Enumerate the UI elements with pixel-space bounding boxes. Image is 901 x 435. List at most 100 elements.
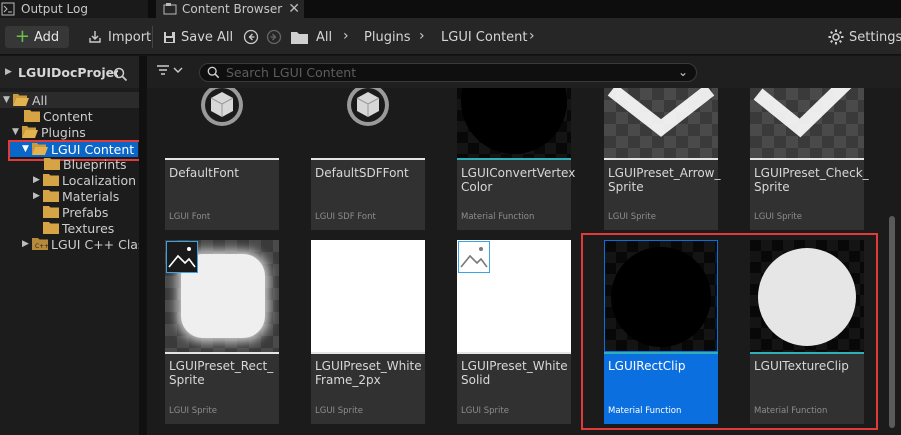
asset-type: LGUI Sprite: [315, 406, 363, 416]
folder-icon: [291, 31, 308, 44]
breadcrumb-lgui-content-label: LGUI Content: [441, 29, 528, 45]
tree-label: Localization: [62, 172, 137, 188]
tab-output-log[interactable]: Output Log: [0, 0, 148, 18]
folder-icon: [43, 190, 59, 202]
asset-name: LGUIPreset_White Frame_2px: [315, 359, 422, 387]
forward-button[interactable]: [266, 26, 287, 48]
tree-label: Plugins: [41, 124, 86, 140]
asset-type-bar: [165, 158, 279, 160]
search-icon[interactable]: [113, 67, 128, 82]
tree-item-content[interactable]: Content: [24, 108, 93, 124]
tree-label: Textures: [62, 220, 115, 236]
sources-header: ▶ LGUIDocProject: [0, 56, 139, 88]
expand-triangle-icon: ▼: [3, 95, 10, 105]
arrow-sprite-preview: [607, 88, 715, 137]
add-button[interactable]: + Add: [5, 26, 69, 48]
check-sprite-preview: [753, 88, 852, 138]
sprite-image-icon: [458, 241, 490, 273]
expand-triangle-icon: ▼: [12, 127, 19, 137]
folder-icon: [43, 222, 59, 234]
tab-content-browser[interactable]: Content Browser ✕: [156, 0, 304, 18]
tree-label: All: [32, 92, 48, 108]
scrollbar[interactable]: [889, 216, 895, 428]
asset-tile-convertvertexcolor[interactable]: LGUIConvertVertex Color Material Functio…: [457, 88, 576, 230]
asset-view: Search LGUI Content ⌄ DefaultFont LGUI F…: [147, 56, 901, 435]
tree-label: Content: [43, 108, 93, 124]
asset-thumbnail: [311, 240, 425, 352]
breadcrumb-all-label: All: [316, 29, 333, 45]
folder-icon: [43, 206, 59, 218]
asset-tile-arrow-sprite[interactable]: LGUIPreset_Arrow_ Sprite LGUI Sprite: [604, 88, 721, 230]
asset-type-bar: [165, 352, 279, 354]
import-button[interactable]: Import: [88, 26, 151, 48]
chevron-down-icon[interactable]: ⌄: [678, 65, 688, 79]
asset-grid: DefaultFont LGUI Font DefaultSDFFont LGU…: [147, 88, 887, 435]
back-button[interactable]: [243, 26, 264, 48]
search-placeholder: Search LGUI Content: [226, 65, 357, 80]
asset-name: LGUIPreset_Arrow_ Sprite: [608, 166, 721, 194]
tree-label: Blueprints: [63, 156, 127, 172]
back-arrow-icon: [243, 29, 259, 45]
save-all-button[interactable]: Save All: [163, 26, 233, 48]
collapse-triangle-icon[interactable]: ▶: [5, 67, 13, 77]
asset-tile-whitesolid[interactable]: LGUIPreset_White Solid LGUI Sprite: [457, 240, 571, 424]
add-label: Add: [33, 29, 60, 45]
toolbar: + Add Import Save All All › Plugins › LG…: [0, 18, 901, 55]
tree-item-localization[interactable]: ▶ Localization: [33, 172, 136, 188]
asset-thumbnail: [165, 88, 279, 158]
breadcrumb-plugins[interactable]: Plugins: [364, 26, 411, 48]
tree-item-all[interactable]: ▼ All: [0, 92, 139, 108]
asset-type-bar: [311, 352, 425, 354]
tree-item-plugins[interactable]: ▼ Plugins: [12, 124, 86, 140]
folder-root-icon-wrap[interactable]: [291, 26, 313, 48]
content-browser-icon: [163, 3, 177, 15]
output-log-icon: [1, 2, 15, 16]
asset-type-bar: [604, 158, 718, 160]
asset-type-bar: [457, 158, 571, 160]
sources-panel: ▶ LGUIDocProject ▼ All Content ▼ Plugins…: [0, 56, 165, 435]
asset-type: LGUI Sprite: [169, 406, 217, 416]
forward-arrow-icon: [266, 29, 282, 45]
filter-icon: [157, 65, 183, 75]
tab-bar: Output Log Content Browser ✕: [0, 0, 901, 18]
tree-label: Prefabs: [62, 204, 109, 220]
folder-open-icon: [22, 126, 38, 138]
asset-name: LGUIPreset_Rect_ Sprite: [169, 359, 274, 387]
folder-open-icon: [13, 94, 29, 106]
settings-button[interactable]: Settings: [828, 26, 901, 48]
panel-splitter[interactable]: [139, 56, 147, 435]
asset-tile-defaultsdffont[interactable]: DefaultSDFFont LGUI SDF Font: [311, 88, 425, 230]
tree-item-prefabs[interactable]: Prefabs: [43, 204, 108, 220]
save-all-label: Save All: [181, 29, 234, 45]
save-icon: [164, 31, 175, 43]
asset-type: LGUI Sprite: [754, 212, 802, 222]
asset-thumbnail: [750, 88, 864, 158]
breadcrumb-chevron-icon: ›: [419, 28, 425, 44]
asset-type-bar: [750, 158, 864, 160]
tree-item-blueprints[interactable]: Blueprints: [44, 156, 127, 172]
breadcrumb-chevron-icon[interactable]: ›: [529, 28, 535, 44]
asset-thumbnail: [457, 88, 571, 158]
tab-output-log-label: Output Log: [21, 2, 88, 16]
sphere-preview: [461, 88, 567, 154]
highlight-box-clip-assets: [581, 233, 878, 430]
tree-label: Materials: [62, 188, 120, 204]
breadcrumb-lgui-content[interactable]: LGUI Content: [441, 26, 528, 48]
close-icon[interactable]: ✕: [288, 1, 300, 17]
asset-name: LGUIConvertVertex Color: [461, 166, 576, 194]
asset-type-bar: [457, 352, 571, 354]
breadcrumb-all[interactable]: All: [316, 26, 332, 48]
tab-content-browser-label: Content Browser: [182, 2, 283, 16]
font-asset-icon: [347, 88, 389, 126]
asset-tile-whiteframe[interactable]: LGUIPreset_White Frame_2px LGUI Sprite: [311, 240, 425, 424]
asset-tile-check-sprite[interactable]: LGUIPreset_Check_ Sprite LGUI Sprite: [750, 88, 869, 230]
tree-item-textures[interactable]: Textures: [43, 220, 114, 236]
search-input[interactable]: Search LGUI Content ⌄: [199, 63, 697, 82]
asset-name: LGUIPreset_White Solid: [461, 359, 568, 387]
asset-tile-rect-sprite[interactable]: LGUIPreset_Rect_ Sprite LGUI Sprite: [165, 240, 279, 424]
filter-button[interactable]: [157, 64, 183, 80]
tree-item-materials[interactable]: ▶ Materials: [33, 188, 119, 204]
gear-icon: [828, 29, 844, 45]
import-label: Import: [108, 29, 152, 45]
asset-tile-defaultfont[interactable]: DefaultFont LGUI Font: [165, 88, 279, 230]
